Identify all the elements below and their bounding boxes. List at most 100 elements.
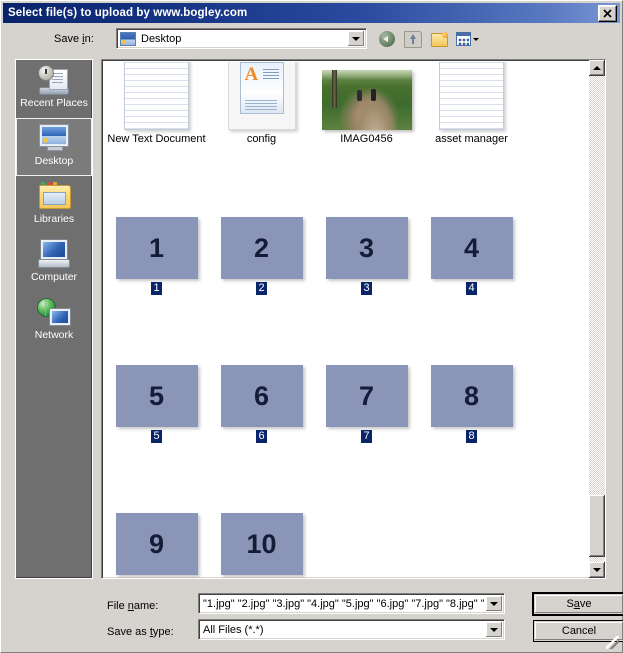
file-name-label: 7	[361, 430, 372, 443]
file-thumbnail: 8	[430, 347, 513, 427]
list-item[interactable]: IMAG0456	[314, 62, 419, 146]
image-thumbnail: 4	[430, 217, 513, 279]
close-icon[interactable]	[598, 4, 617, 22]
triangle-up-icon	[593, 66, 601, 70]
file-thumbnail: 1	[115, 199, 198, 279]
file-row: 5 5 6 6 7 7 8 8	[104, 347, 589, 443]
file-thumbnail: 5	[115, 347, 198, 427]
back-arrow-icon	[379, 31, 395, 47]
file-name-label: IMAG0456	[340, 133, 393, 145]
save-in-label: Save in:	[54, 33, 94, 45]
sidebar-item-computer[interactable]: Computer	[16, 234, 92, 292]
up-folder-icon	[404, 30, 422, 48]
back-button[interactable]	[376, 29, 398, 50]
file-type-value: All Files (*.*)	[203, 623, 264, 636]
file-row: 9 9 10 10	[104, 495, 589, 578]
image-thumbnail: 9	[115, 513, 198, 575]
image-thumbnail: 2	[220, 217, 303, 279]
text-document-icon	[439, 62, 504, 130]
sidebar-item-label: Recent Places	[20, 97, 88, 109]
file-dialog: Select file(s) to upload by www.bogley.c…	[0, 0, 623, 653]
file-thumbnail: 3	[325, 199, 408, 279]
image-thumbnail: 10	[220, 513, 303, 575]
list-item[interactable]: New Text Document	[104, 62, 209, 146]
sidebar-item-desktop[interactable]: Desktop	[16, 118, 92, 176]
file-name-label: 8	[466, 430, 477, 443]
file-thumbnail	[439, 62, 504, 130]
navigation-bar: Save in: Desktop	[3, 25, 620, 55]
save-in-dropdown[interactable]: Desktop	[116, 28, 367, 49]
image-thumbnail: 7	[325, 365, 408, 427]
sidebar-item-label: Computer	[30, 271, 78, 283]
file-type-dropdown[interactable]: All Files (*.*)	[198, 619, 505, 640]
list-item[interactable]: 6 6	[209, 347, 314, 443]
file-name-value: "1.jpg" "2.jpg" "3.jpg" "4.jpg" "5.jpg" …	[203, 597, 484, 610]
sidebar-item-libraries[interactable]: Libraries	[16, 176, 92, 234]
sidebar-item-recent-places[interactable]: Recent Places	[16, 60, 92, 118]
file-thumbnail	[321, 62, 412, 130]
up-one-level-button[interactable]	[402, 29, 424, 50]
dialog-toolbar	[376, 28, 480, 50]
scrollbar-thumb[interactable]	[589, 495, 605, 557]
network-globe-icon	[37, 297, 71, 327]
file-name-label: config	[246, 133, 277, 145]
list-item[interactable]: asset manager	[419, 62, 524, 146]
title-bar[interactable]: Select file(s) to upload by www.bogley.c…	[3, 3, 620, 23]
file-name-label: New Text Document	[107, 133, 206, 145]
file-thumbnail: 7	[325, 347, 408, 427]
chevron-down-icon[interactable]	[348, 31, 364, 46]
file-row: New Text Document A config IMAG0456 asse…	[104, 62, 589, 146]
file-name-label: 2	[256, 282, 267, 295]
views-button[interactable]	[454, 29, 480, 50]
list-item[interactable]: 5 5	[104, 347, 209, 443]
list-item[interactable]: 2 2	[209, 199, 314, 295]
list-item[interactable]: 9 9	[104, 495, 209, 578]
word-document-icon: A	[227, 62, 296, 130]
list-item[interactable]: 1 1	[104, 199, 209, 295]
scroll-down-button[interactable]	[589, 562, 605, 578]
list-item[interactable]: 8 8	[419, 347, 524, 443]
file-name-label: 5	[151, 430, 162, 443]
list-item[interactable]: 7 7	[314, 347, 419, 443]
vertical-scrollbar[interactable]	[589, 60, 605, 578]
sidebar-item-network[interactable]: Network	[16, 292, 92, 350]
image-thumbnail: 3	[325, 217, 408, 279]
places-bar: Recent Places Desktop Libraries Computer…	[15, 59, 93, 579]
save-button[interactable]: Save	[533, 593, 623, 615]
file-name-label: 4	[466, 282, 477, 295]
file-thumbnail: A	[227, 62, 296, 130]
computer-icon	[37, 239, 71, 269]
image-thumbnail: 5	[115, 365, 198, 427]
list-item[interactable]: 3 3	[314, 199, 419, 295]
views-icon	[455, 32, 471, 46]
file-thumbnail: 6	[220, 347, 303, 427]
list-item[interactable]: A config	[209, 62, 314, 146]
chevron-down-icon[interactable]	[486, 622, 502, 637]
window-title: Select file(s) to upload by www.bogley.c…	[8, 7, 248, 19]
triangle-down-icon	[593, 568, 601, 572]
save-in-value: Desktop	[141, 32, 182, 45]
file-name-input[interactable]: "1.jpg" "2.jpg" "3.jpg" "4.jpg" "5.jpg" …	[198, 593, 505, 614]
scroll-up-button[interactable]	[589, 60, 605, 76]
image-thumbnail: 1	[115, 217, 198, 279]
sidebar-item-label: Desktop	[34, 155, 74, 167]
file-thumbnail: 10	[220, 495, 303, 575]
text-document-icon	[124, 62, 189, 130]
cancel-button-label: Cancel	[561, 625, 597, 637]
new-folder-button[interactable]	[428, 29, 450, 50]
recent-places-icon	[37, 65, 71, 95]
resize-grip[interactable]	[606, 636, 619, 649]
libraries-folder-icon	[37, 181, 71, 211]
file-type-field-label: Save as type:	[107, 626, 174, 638]
image-thumbnail: 8	[430, 365, 513, 427]
file-name-field-label: File name:	[107, 600, 159, 612]
list-item[interactable]: 4 4	[419, 199, 524, 295]
file-thumbnail: 2	[220, 199, 303, 279]
chevron-down-icon[interactable]	[486, 596, 502, 611]
file-thumbnail	[124, 62, 189, 130]
file-list-view[interactable]: New Text Document A config IMAG0456 asse…	[101, 59, 606, 579]
sidebar-item-label: Network	[34, 329, 74, 341]
list-item[interactable]: 10 10	[209, 495, 314, 578]
file-name-label: 6	[256, 430, 267, 443]
chevron-down-icon	[472, 37, 479, 41]
